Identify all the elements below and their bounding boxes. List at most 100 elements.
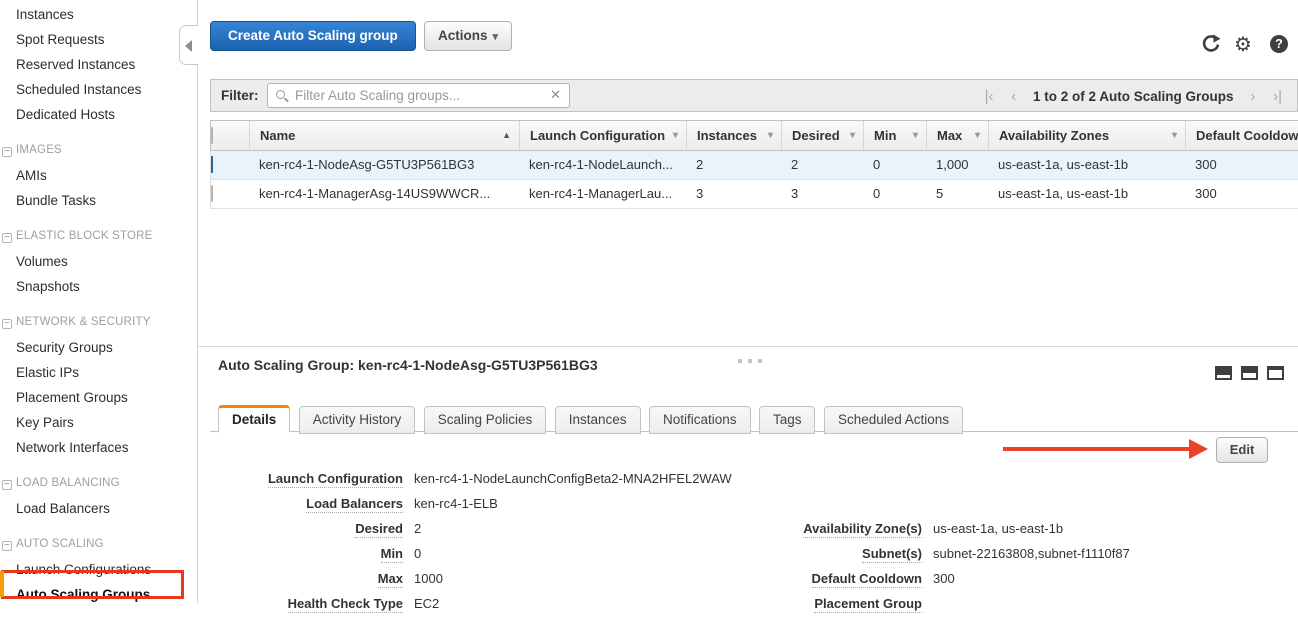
collapse-section-icon[interactable]: − <box>2 541 12 551</box>
field-label-text[interactable]: Min <box>381 546 403 563</box>
sidebar-item-network-interfaces[interactable]: Network Interfaces <box>0 435 197 460</box>
field-label-text[interactable]: Subnet(s) <box>862 546 922 563</box>
collapse-section-icon[interactable]: − <box>2 480 12 490</box>
field-desired: Desired 2 <box>218 520 732 545</box>
field-label: Desired <box>218 520 403 538</box>
collapse-section-icon[interactable]: − <box>2 147 12 157</box>
filter-search-box[interactable]: ✕ <box>267 83 570 108</box>
column-header-desired[interactable]: Desired▾ <box>781 121 863 150</box>
column-header-launch-configuration[interactable]: Launch Configuration▾ <box>519 121 686 150</box>
field-label-text[interactable]: Max <box>378 571 403 588</box>
sidebar-item-security-groups[interactable]: Security Groups <box>0 335 197 360</box>
cell-min: 0 <box>863 180 926 208</box>
field-label-text[interactable]: Placement Group <box>814 596 922 613</box>
sidebar-item-bundle-tasks[interactable]: Bundle Tasks <box>0 188 197 213</box>
pagination-next-icon[interactable]: › <box>1243 88 1262 105</box>
panel-resize-handle[interactable] <box>738 350 768 368</box>
section-title: LOAD BALANCING <box>16 477 120 489</box>
select-all-checkbox[interactable] <box>211 121 249 150</box>
layout-medium-panel-icon[interactable] <box>1241 366 1258 380</box>
cell-instances: 3 <box>686 180 781 208</box>
sidebar-item-launch-configurations[interactable]: Launch Configurations <box>0 557 197 582</box>
layout-large-panel-icon[interactable] <box>1267 366 1284 380</box>
field-default-cooldown: Default Cooldown 300 <box>750 570 1130 595</box>
collapse-section-icon[interactable]: − <box>2 319 12 329</box>
edit-button[interactable]: Edit <box>1216 437 1268 463</box>
pagination: |‹ ‹ 1 to 2 of 2 Auto Scaling Groups › ›… <box>978 80 1289 111</box>
cell-default-cooldown: 300 <box>1185 151 1298 179</box>
tab-notifications[interactable]: Notifications <box>649 406 751 434</box>
sidebar-section-images[interactable]: −IMAGES <box>0 138 197 163</box>
field-label: Subnet(s) <box>750 545 922 563</box>
tab-details[interactable]: Details <box>218 405 290 433</box>
tab-scaling-policies[interactable]: Scaling Policies <box>424 406 547 434</box>
section-title: AUTO SCALING <box>16 538 104 550</box>
pagination-label: 1 to 2 of 2 Auto Scaling Groups <box>1027 89 1240 104</box>
pagination-prev-icon[interactable]: ‹ <box>1004 88 1023 105</box>
sidebar-item-instances[interactable]: Instances <box>0 2 197 27</box>
help-icon[interactable]: ? <box>1268 34 1290 56</box>
tab-scheduled-actions[interactable]: Scheduled Actions <box>824 406 963 434</box>
sidebar-section-auto-scaling[interactable]: −AUTO SCALING <box>0 532 197 557</box>
panel-divider <box>198 346 1298 347</box>
row-checkbox[interactable] <box>211 180 249 208</box>
header-label: Max <box>937 128 962 143</box>
column-header-default-cooldown[interactable]: Default Cooldown <box>1185 121 1298 150</box>
sidebar-item-key-pairs[interactable]: Key Pairs <box>0 410 197 435</box>
field-label: Launch Configuration <box>218 470 403 488</box>
header-label: Launch Configuration <box>530 128 665 143</box>
column-header-availability-zones[interactable]: Availability Zones▾ <box>988 121 1185 150</box>
field-label-text[interactable]: Health Check Type <box>288 596 403 613</box>
section-title: ELASTIC BLOCK STORE <box>16 230 153 242</box>
sidebar-section-ebs[interactable]: −ELASTIC BLOCK STORE <box>0 224 197 249</box>
sort-icon: ▾ <box>913 121 918 150</box>
column-header-name[interactable]: Name▲ <box>249 121 519 150</box>
cell-availability-zones: us-east-1a, us-east-1b <box>988 180 1185 208</box>
column-header-min[interactable]: Min▾ <box>863 121 926 150</box>
sidebar-item-auto-scaling-groups[interactable]: Auto Scaling Groups <box>0 582 197 607</box>
tab-instances[interactable]: Instances <box>555 406 641 434</box>
layout-small-panel-icon[interactable] <box>1215 366 1232 380</box>
sidebar-item-placement-groups[interactable]: Placement Groups <box>0 385 197 410</box>
sidebar-section-network-security[interactable]: −NETWORK & SECURITY <box>0 310 197 335</box>
field-label-text[interactable]: Default Cooldown <box>812 571 923 588</box>
create-auto-scaling-group-button[interactable]: Create Auto Scaling group <box>210 21 416 51</box>
filter-search-input[interactable] <box>295 85 542 106</box>
actions-button[interactable]: Actions▾ <box>424 21 512 51</box>
field-label-text[interactable]: Load Balancers <box>306 496 403 513</box>
refresh-icon[interactable] <box>1200 34 1222 56</box>
field-value: 2 <box>414 520 421 538</box>
clear-filter-icon[interactable]: ✕ <box>550 87 561 103</box>
sidebar-item-scheduled-instances[interactable]: Scheduled Instances <box>0 77 197 102</box>
row-checkbox[interactable] <box>211 151 249 179</box>
tab-tags[interactable]: Tags <box>759 406 816 434</box>
field-placement-group: Placement Group <box>750 595 1130 620</box>
cell-max: 5 <box>926 180 988 208</box>
sidebar-item-snapshots[interactable]: Snapshots <box>0 274 197 299</box>
sidebar-item-reserved-instances[interactable]: Reserved Instances <box>0 52 197 77</box>
field-label-text[interactable]: Availability Zone(s) <box>803 521 922 538</box>
tab-activity-history[interactable]: Activity History <box>299 406 416 434</box>
field-health-check-type: Health Check Type EC2 <box>218 595 732 620</box>
sidebar-section-load-balancing[interactable]: −LOAD BALANCING <box>0 471 197 496</box>
sidebar-item-volumes[interactable]: Volumes <box>0 249 197 274</box>
field-value: 300 <box>933 570 955 588</box>
sidebar-item-spot-requests[interactable]: Spot Requests <box>0 27 197 52</box>
table-row[interactable]: ken-rc4-1-ManagerAsg-14US9WWCR... ken-rc… <box>210 180 1298 209</box>
pagination-last-icon[interactable]: ›| <box>1266 88 1289 105</box>
sidebar-item-amis[interactable]: AMIs <box>0 163 197 188</box>
sidebar-collapse-handle[interactable] <box>179 25 199 65</box>
table-row[interactable]: ken-rc4-1-NodeAsg-G5TU3P561BG3 ken-rc4-1… <box>210 151 1298 180</box>
field-label-text[interactable]: Launch Configuration <box>268 471 403 488</box>
pagination-first-icon[interactable]: |‹ <box>978 88 1001 105</box>
field-label-text[interactable]: Desired <box>355 521 403 538</box>
sidebar-item-elastic-ips[interactable]: Elastic IPs <box>0 360 197 385</box>
sidebar-item-load-balancers[interactable]: Load Balancers <box>0 496 197 521</box>
field-value: us-east-1a, us-east-1b <box>933 520 1063 538</box>
gear-icon[interactable]: ⚙ <box>1232 34 1254 56</box>
field-label: Placement Group <box>750 595 922 613</box>
collapse-section-icon[interactable]: − <box>2 233 12 243</box>
column-header-max[interactable]: Max▾ <box>926 121 988 150</box>
sidebar-item-dedicated-hosts[interactable]: Dedicated Hosts <box>0 102 197 127</box>
column-header-instances[interactable]: Instances▾ <box>686 121 781 150</box>
